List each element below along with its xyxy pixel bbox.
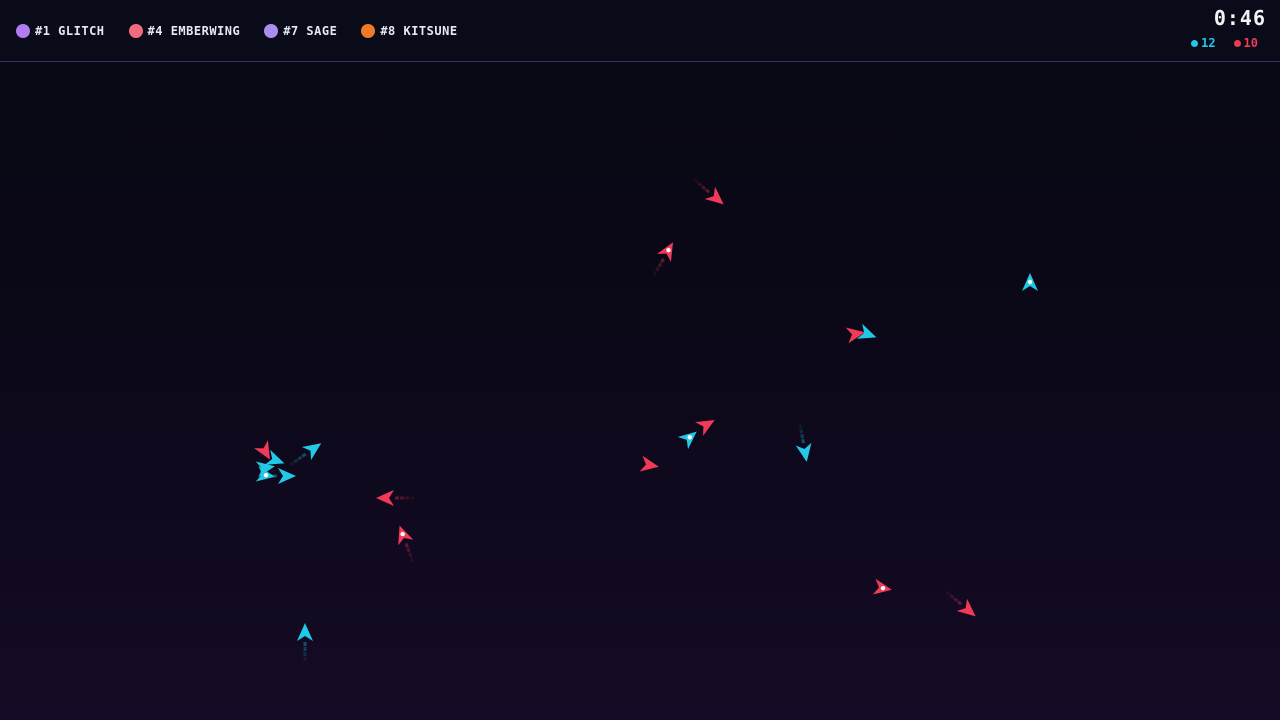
ship-trail <box>405 496 409 500</box>
ship-trail <box>408 552 413 558</box>
arena-field <box>254 178 1038 661</box>
ship-trail <box>303 657 307 661</box>
red-ship-icon <box>376 490 414 506</box>
ship-trail <box>406 547 411 553</box>
cyan-ship-icon <box>677 431 697 450</box>
ship-trail <box>957 600 963 606</box>
ship-body <box>795 442 812 462</box>
ship-trail <box>693 178 699 184</box>
ship-trail <box>289 461 295 467</box>
ship-trail <box>303 647 307 651</box>
ship-trail <box>410 496 414 500</box>
ship-trail <box>657 262 663 268</box>
ship-trail <box>949 594 955 599</box>
red-ship-icon <box>695 420 715 436</box>
ship-trail <box>303 652 307 656</box>
ship-trail <box>303 642 307 646</box>
game-stage[interactable]: #1 GLITCH #4 EMBERWING #7 SAGE #8 KITSUN… <box>0 0 1280 720</box>
ship-trail <box>705 188 711 194</box>
ship-trail <box>800 434 805 439</box>
ship-trail <box>652 271 658 276</box>
cyan-ship-icon <box>289 443 322 467</box>
ship-trail <box>660 258 665 264</box>
ship-trail <box>953 597 959 603</box>
ship-trail <box>697 182 703 187</box>
ship-trail <box>395 496 399 500</box>
red-ship-icon <box>693 178 724 205</box>
ship-trail <box>655 266 660 272</box>
ship-body <box>297 623 313 641</box>
ship-body <box>301 443 322 461</box>
cyan-ship-icon <box>1022 273 1038 291</box>
ship-body <box>695 420 715 436</box>
ship-core <box>1027 279 1033 285</box>
ship-trail <box>945 590 951 596</box>
ship-trail <box>409 557 414 562</box>
red-ship-icon <box>945 590 976 617</box>
ship-body <box>278 468 296 484</box>
ship-trail <box>301 452 307 458</box>
red-ship-icon <box>639 455 659 472</box>
ship-trail <box>701 185 707 191</box>
ship-trail <box>798 424 803 429</box>
ship-trail <box>293 458 299 464</box>
cyan-ship-icon <box>297 623 313 661</box>
red-ship-icon <box>398 525 414 562</box>
ship-body <box>639 455 659 472</box>
ship-trail <box>404 542 409 548</box>
ship-trail <box>801 438 805 444</box>
ship-trail <box>400 496 404 500</box>
ship-trail <box>799 429 804 434</box>
red-ship-icon <box>872 578 892 595</box>
cyan-ship-icon <box>795 424 812 462</box>
ship-trail <box>297 455 303 461</box>
red-ship-icon <box>652 242 673 276</box>
ship-body <box>376 490 394 506</box>
